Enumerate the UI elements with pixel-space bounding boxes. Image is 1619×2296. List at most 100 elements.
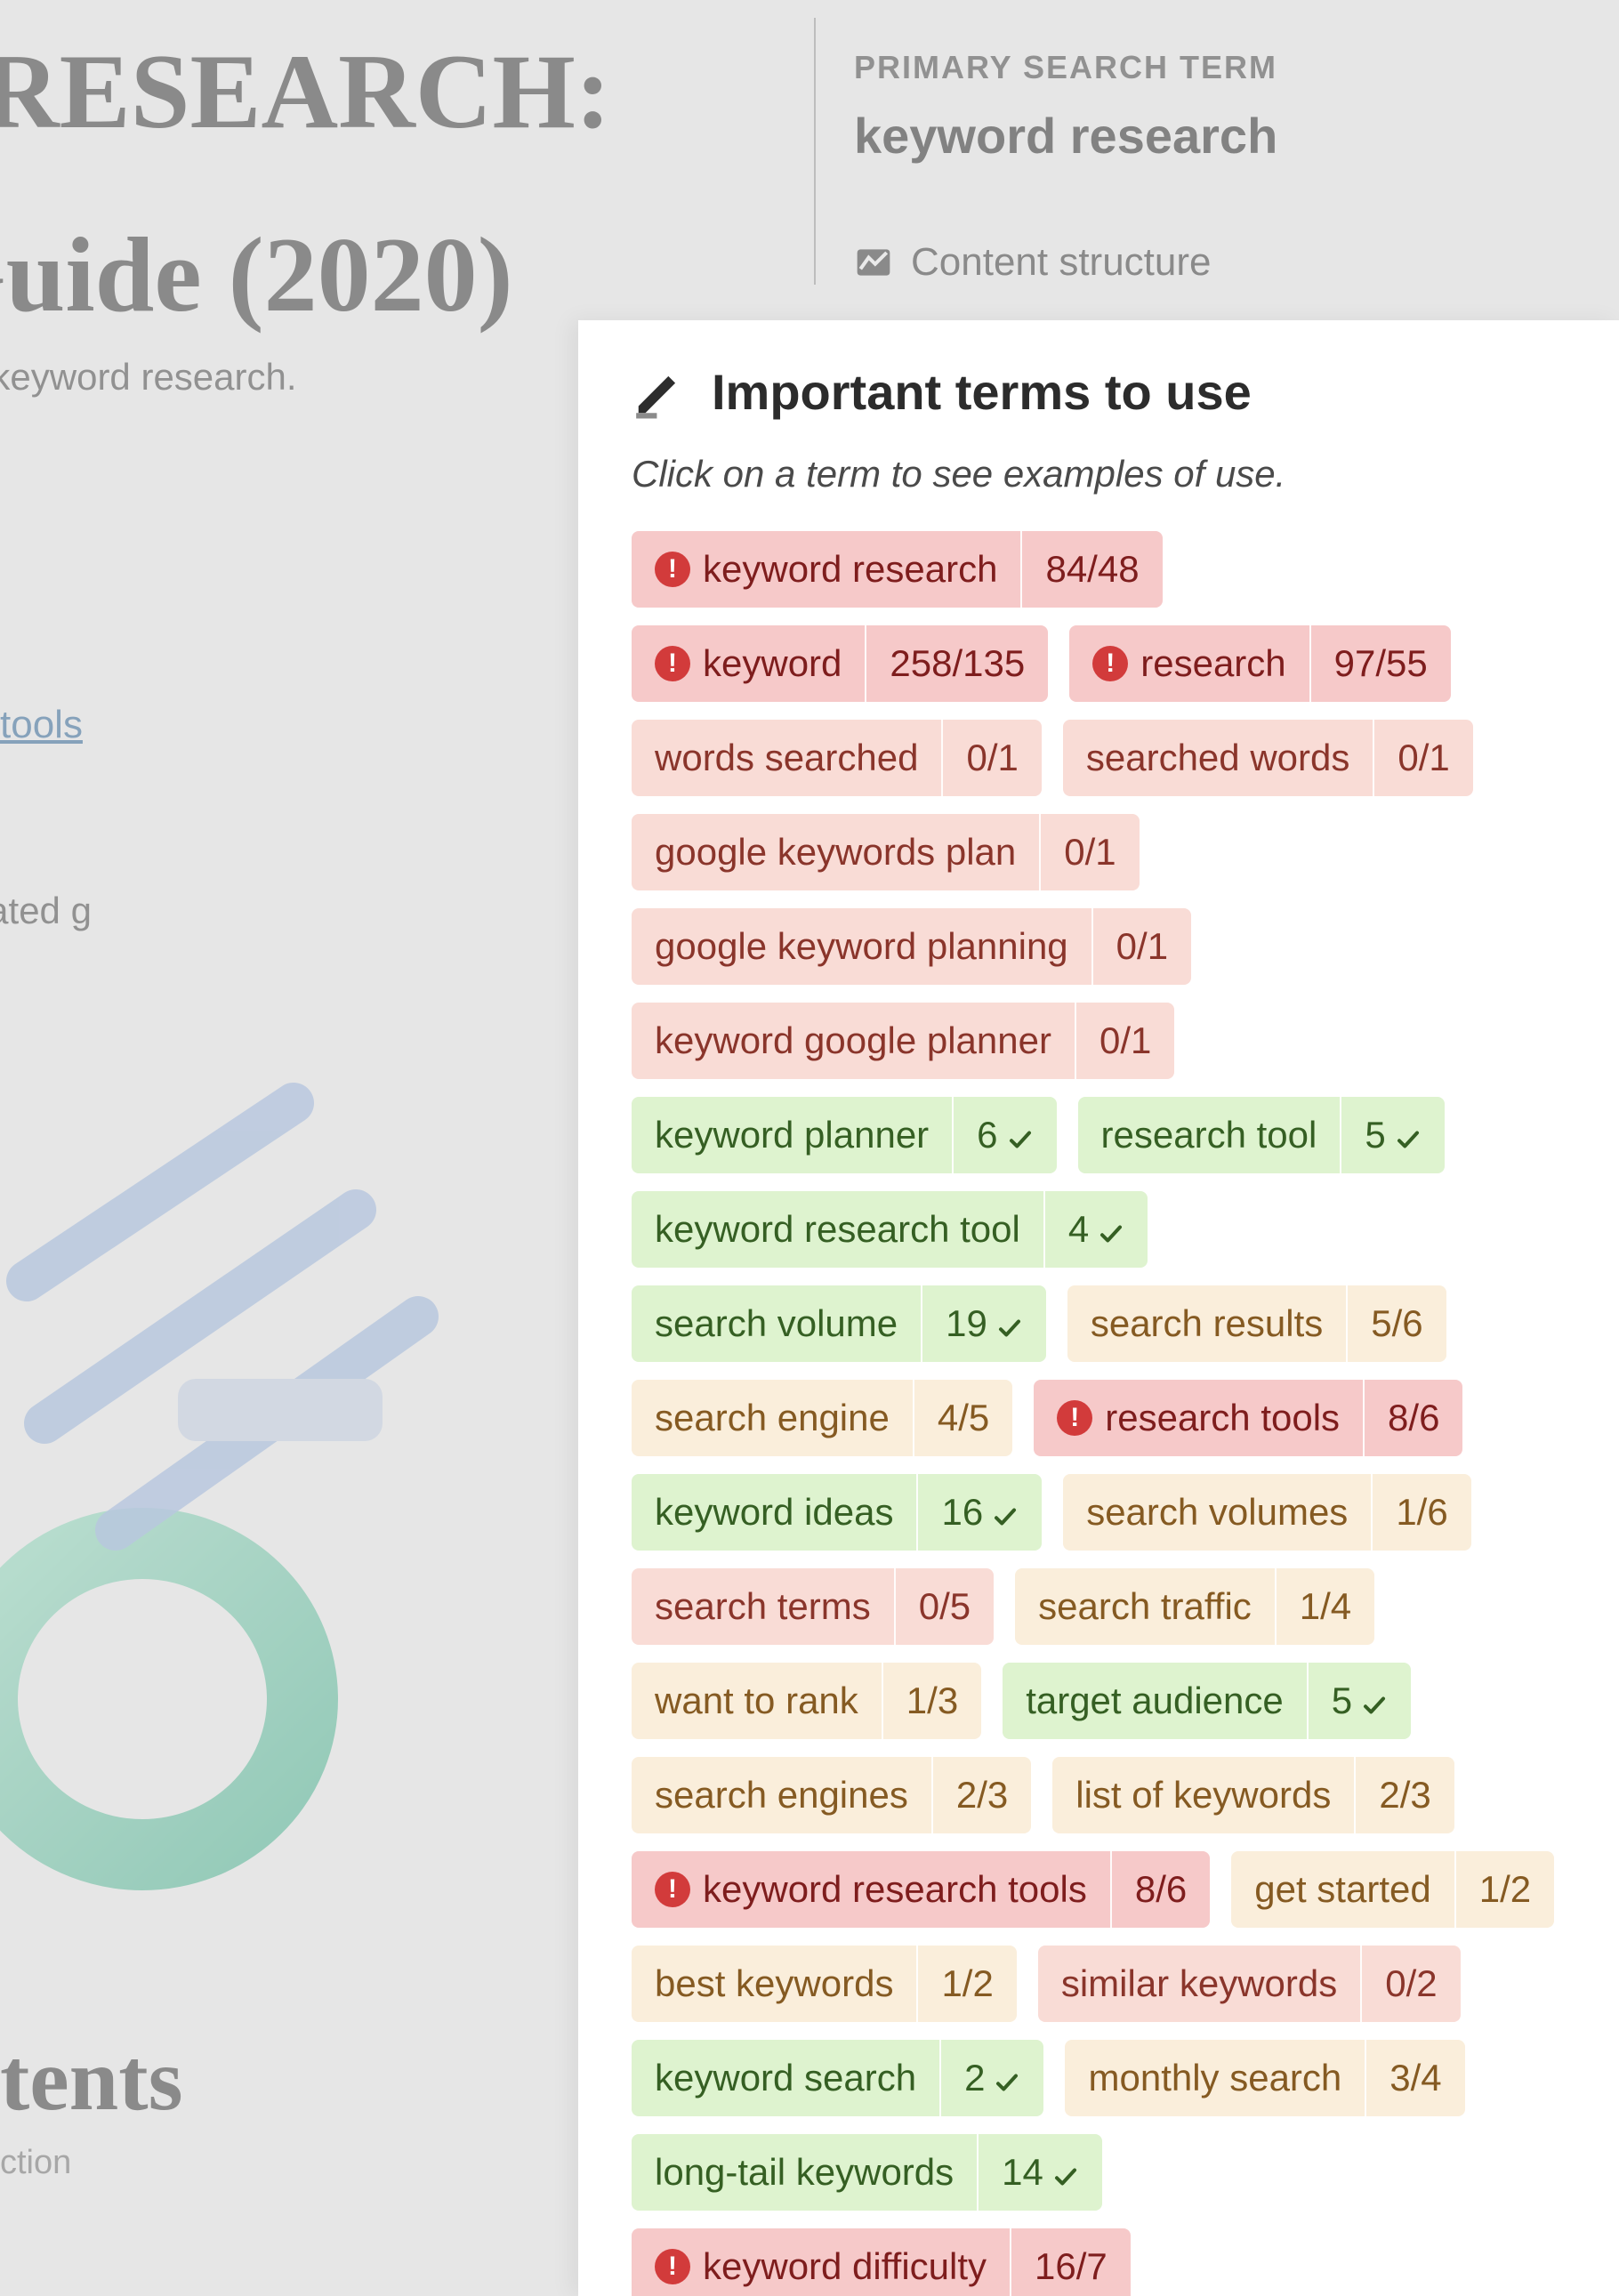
- term-chip-list: !keyword research84/48!keyword258/135!re…: [632, 531, 1583, 2296]
- term-chip-label: keyword google planner: [632, 1003, 1075, 1079]
- term-chip-label: keyword ideas: [632, 1474, 916, 1551]
- term-chip[interactable]: search volume19: [632, 1285, 1046, 1362]
- term-chip-count: 4: [1043, 1191, 1148, 1268]
- term-chip-count: 2/3: [1354, 1757, 1454, 1833]
- term-chip-label: !keyword research tools: [632, 1851, 1110, 1928]
- term-chip-label: monthly search: [1065, 2040, 1365, 2116]
- term-chip[interactable]: searched words0/1: [1063, 720, 1473, 796]
- term-chip-count: 2/3: [931, 1757, 1031, 1833]
- important-terms-panel: Important terms to use Click on a term t…: [578, 320, 1619, 2296]
- term-chip-count: 97/55: [1309, 625, 1451, 702]
- term-chip[interactable]: !research tools8/6: [1034, 1380, 1462, 1456]
- term-chip-count: 0/1: [941, 720, 1041, 796]
- toc-muted: ction: [0, 2144, 71, 2182]
- term-chip[interactable]: !research97/55: [1069, 625, 1451, 702]
- term-chip[interactable]: !keyword258/135: [632, 625, 1048, 702]
- term-chip-count: 16: [916, 1474, 1042, 1551]
- term-chip-count: 14: [977, 2134, 1102, 2211]
- term-chip-count: 0/1: [1039, 814, 1139, 890]
- term-chip-label: research tool: [1078, 1097, 1341, 1173]
- term-chip-count: 1/4: [1275, 1568, 1374, 1645]
- term-chip-count: 1/2: [1454, 1851, 1554, 1928]
- term-chip[interactable]: keyword planner6: [632, 1097, 1057, 1173]
- magnifier-illustration: [0, 1050, 596, 1939]
- term-chip-label: !keyword difficulty: [632, 2228, 1010, 2296]
- term-chip[interactable]: target audience5: [1003, 1663, 1411, 1739]
- term-chip-label: search engine: [632, 1380, 913, 1456]
- term-chip[interactable]: search traffic1/4: [1015, 1568, 1374, 1645]
- term-chip-label: search volumes: [1063, 1474, 1371, 1551]
- term-chip-label: !research tools: [1034, 1380, 1363, 1456]
- term-chip[interactable]: search results5/6: [1067, 1285, 1446, 1362]
- term-chip[interactable]: keyword ideas16: [632, 1474, 1042, 1551]
- page-title-line1: RESEARCH:: [0, 36, 611, 148]
- term-chip[interactable]: search engine4/5: [632, 1380, 1012, 1456]
- toc-heading: tents: [0, 2028, 183, 2131]
- term-chip-count: 0/5: [894, 1568, 994, 1645]
- body-text-1: o SEO keyword research.: [0, 356, 297, 399]
- term-chip-label: !keyword research: [632, 531, 1020, 608]
- term-chip[interactable]: keyword search2: [632, 2040, 1043, 2116]
- term-chip-label: words searched: [632, 720, 941, 796]
- term-chip[interactable]: best keywords1/2: [632, 1946, 1017, 2022]
- term-chip-label: want to rank: [632, 1663, 882, 1739]
- term-chip-label: get started: [1231, 1851, 1454, 1928]
- term-chip-count: 6: [952, 1097, 1056, 1173]
- check-icon: [1361, 1688, 1388, 1714]
- term-chip-count: 19: [921, 1285, 1046, 1362]
- term-chip-label: search volume: [632, 1285, 921, 1362]
- term-chip-label: search results: [1067, 1285, 1346, 1362]
- term-chip[interactable]: long-tail keywords14: [632, 2134, 1102, 2211]
- term-chip[interactable]: words searched0/1: [632, 720, 1042, 796]
- term-chip-count: 84/48: [1020, 531, 1162, 608]
- term-chip-label: best keywords: [632, 1946, 916, 2022]
- alert-icon: !: [1092, 646, 1128, 681]
- check-icon: [1395, 1122, 1422, 1148]
- term-chip-count: 0/1: [1075, 1003, 1174, 1079]
- check-icon: [1007, 1122, 1034, 1148]
- term-chip[interactable]: search terms0/5: [632, 1568, 994, 1645]
- term-chip[interactable]: similar keywords0/2: [1038, 1946, 1461, 2022]
- term-chip-label: search traffic: [1015, 1568, 1275, 1645]
- term-chip[interactable]: keyword research tool4: [632, 1191, 1148, 1268]
- term-chip-label: similar keywords: [1038, 1946, 1360, 2022]
- term-chip[interactable]: !keyword research tools8/6: [632, 1851, 1210, 1928]
- term-chip[interactable]: !keyword difficulty16/7: [632, 2228, 1131, 2296]
- term-chip-label: !research: [1069, 625, 1309, 702]
- tools-link[interactable]: tools: [0, 703, 83, 747]
- term-chip[interactable]: keyword google planner0/1: [632, 1003, 1174, 1079]
- content-structure-label: Content structure: [911, 240, 1212, 285]
- term-chip-label: target audience: [1003, 1663, 1307, 1739]
- term-chip[interactable]: !keyword research84/48: [632, 531, 1163, 608]
- term-chip-label: google keywords plan: [632, 814, 1039, 890]
- term-chip[interactable]: research tool5: [1078, 1097, 1445, 1173]
- term-chip-count: 1/3: [882, 1663, 981, 1739]
- panel-title: Important terms to use: [712, 363, 1252, 421]
- term-chip-label: search engines: [632, 1757, 931, 1833]
- term-chip[interactable]: search engines2/3: [632, 1757, 1031, 1833]
- term-chip-count: 2: [939, 2040, 1043, 2116]
- term-chip[interactable]: google keyword planning0/1: [632, 908, 1191, 985]
- term-chip-count: 5/6: [1346, 1285, 1446, 1362]
- term-chip[interactable]: get started1/2: [1231, 1851, 1554, 1928]
- content-structure-row[interactable]: Content structure: [854, 240, 1212, 285]
- term-chip[interactable]: google keywords plan0/1: [632, 814, 1140, 890]
- alert-icon: !: [655, 552, 690, 587]
- primary-search-term-value: keyword research: [854, 107, 1277, 165]
- term-chip-count: 5: [1307, 1663, 1411, 1739]
- term-chip-label: !keyword: [632, 625, 865, 702]
- term-chip-label: list of keywords: [1052, 1757, 1354, 1833]
- page-title-line2: e Guide (2020): [0, 213, 513, 336]
- term-chip-label: searched words: [1063, 720, 1373, 796]
- term-chip-label: keyword search: [632, 2040, 939, 2116]
- term-chip[interactable]: list of keywords2/3: [1052, 1757, 1454, 1833]
- term-chip-count: 258/135: [865, 625, 1048, 702]
- term-chip[interactable]: monthly search3/4: [1065, 2040, 1464, 2116]
- check-icon: [994, 2065, 1020, 2091]
- term-chip-label: keyword research tool: [632, 1191, 1043, 1268]
- term-chip-count: 16/7: [1010, 2228, 1131, 2296]
- term-chip[interactable]: search volumes1/6: [1063, 1474, 1471, 1551]
- term-chip[interactable]: want to rank1/3: [632, 1663, 981, 1739]
- term-chip-count: 0/1: [1091, 908, 1191, 985]
- alert-icon: !: [1057, 1400, 1092, 1436]
